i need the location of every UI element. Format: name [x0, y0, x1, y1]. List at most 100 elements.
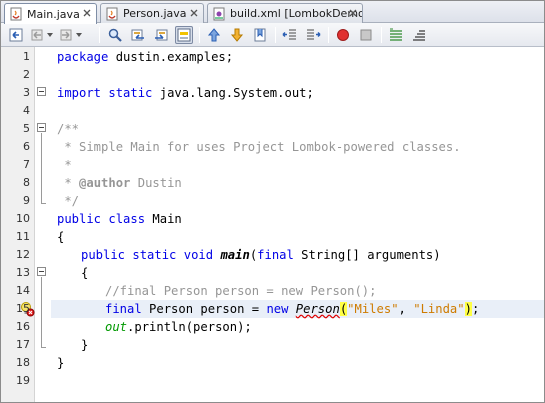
- keyword: static: [108, 86, 153, 100]
- toolbar-separator: [328, 27, 329, 43]
- code-line: 12 public static void main(final String[…: [1, 246, 544, 264]
- next-bookmark-icon[interactable]: [228, 26, 246, 44]
- line-number: 9: [23, 194, 30, 207]
- back-dropdown-icon[interactable]: [45, 26, 55, 44]
- line-number: 8: [23, 176, 30, 189]
- java-file-icon: [105, 7, 119, 21]
- line-number: 18: [16, 356, 30, 369]
- line-number: 6: [23, 140, 30, 153]
- forward-dropdown-icon[interactable]: [74, 26, 84, 44]
- find-next-icon[interactable]: [152, 26, 170, 44]
- code-line: 14 //final Person person = new Person();: [1, 282, 544, 300]
- code-line: 13 {: [1, 264, 544, 282]
- forward-icon[interactable]: [57, 26, 75, 44]
- code-text: }: [81, 338, 89, 352]
- line-number: 3: [23, 86, 30, 99]
- error-token[interactable]: Person: [296, 302, 340, 316]
- code-editor[interactable]: 1 package dustin.examples; 2 3 import st…: [1, 47, 544, 402]
- find-icon[interactable]: [106, 26, 124, 44]
- comment-text: * Simple Main for uses Project Lombok-po…: [57, 140, 461, 154]
- shift-right-icon[interactable]: [304, 26, 322, 44]
- comment-text: * @author Dustin: [57, 174, 181, 192]
- toolbar-separator: [199, 27, 200, 43]
- line-number: 10: [16, 212, 30, 225]
- method-name: main: [220, 248, 250, 262]
- code-token: .println(person);: [127, 320, 252, 334]
- line-number: 16: [16, 320, 30, 333]
- code-line: 10 public class Main: [1, 210, 544, 228]
- back-icon[interactable]: [28, 26, 46, 44]
- last-edit-icon[interactable]: [7, 26, 25, 44]
- editor-toolbar: [1, 23, 544, 47]
- comment-token: *: [57, 176, 80, 190]
- code-line: 9 */: [1, 192, 544, 210]
- line-number: 19: [16, 374, 30, 387]
- comment-text: //final Person person = new Person();: [105, 284, 377, 298]
- java-file-icon: [9, 7, 23, 21]
- line-number: 14: [16, 284, 30, 297]
- tab-main-java[interactable]: Main.java: [4, 3, 97, 24]
- stop-macro-icon[interactable]: [357, 26, 375, 44]
- code-text: {: [57, 230, 65, 244]
- shift-left-icon[interactable]: [281, 26, 299, 44]
- keyword: final: [257, 248, 294, 262]
- toolbar-separator: [275, 27, 276, 43]
- toolbar-separator: [99, 27, 100, 43]
- keyword: static: [132, 248, 177, 262]
- keyword: final: [105, 302, 142, 316]
- close-tab-icon[interactable]: [189, 8, 199, 18]
- toggle-highlight-search-icon[interactable]: [175, 26, 193, 44]
- code-text: }: [57, 356, 65, 370]
- tab-label: Main.java: [27, 7, 80, 21]
- tab-label: build.xml [LombokDemo]: [230, 7, 363, 20]
- line-number: 17: [16, 338, 30, 351]
- tab-build-xml[interactable]: build.xml [LombokDemo]: [207, 3, 363, 23]
- close-tab-icon[interactable]: [348, 8, 358, 18]
- code-line: 2: [1, 66, 544, 84]
- uncomment-icon[interactable]: [410, 26, 428, 44]
- code-text: out.println(person);: [105, 318, 252, 336]
- keyword: class: [108, 212, 146, 226]
- close-tab-icon[interactable]: [82, 8, 92, 18]
- tab-person-java[interactable]: Person.java: [100, 3, 204, 23]
- line-number: 12: [16, 248, 30, 261]
- matching-paren: ): [464, 302, 472, 316]
- line-number: 15: [16, 302, 30, 315]
- code-line: 18 }: [1, 354, 544, 372]
- code-line: 16 out.println(person);: [1, 318, 544, 336]
- code-token: Main: [145, 212, 182, 226]
- line-number: 7: [23, 158, 30, 171]
- tab-label: Person.java: [123, 7, 187, 20]
- find-previous-icon[interactable]: [129, 26, 147, 44]
- code-text: public static void main(final String[] a…: [81, 246, 441, 264]
- keyword: new: [266, 302, 289, 316]
- keyword: import: [57, 86, 102, 100]
- code-line: 5 /**: [1, 120, 544, 138]
- toolbar-separator: [381, 27, 382, 43]
- comment-text: /**: [57, 122, 80, 136]
- code-line: 11 {: [1, 228, 544, 246]
- keyword: public: [81, 248, 126, 262]
- code-line: 8 * @author Dustin: [1, 174, 544, 192]
- start-macro-icon[interactable]: [334, 26, 352, 44]
- toggle-bookmark-icon[interactable]: [251, 26, 269, 44]
- code-text: package dustin.examples;: [57, 48, 233, 66]
- code-line: 15 final Person person = new Person("Mil…: [1, 300, 544, 318]
- editor-window: Main.java Person.java build.xml [LombokD…: [0, 0, 545, 403]
- previous-bookmark-icon[interactable]: [205, 26, 223, 44]
- editor-tab-bar: Main.java Person.java build.xml [LombokD…: [1, 1, 544, 24]
- keyword: package: [57, 50, 109, 64]
- code-token: dustin.examples;: [108, 50, 234, 64]
- code-token: ;: [471, 302, 480, 316]
- static-field: out: [105, 320, 128, 334]
- line-number: 1: [23, 50, 30, 63]
- code-token: Person person =: [141, 302, 267, 316]
- code-line: 3 import static java.lang.System.out;: [1, 84, 544, 102]
- code-line: 4: [1, 102, 544, 120]
- code-token: String[] arguments): [293, 248, 441, 262]
- line-number: 2: [23, 68, 30, 81]
- string-literal: "Miles": [347, 302, 399, 316]
- code-token: ,: [398, 302, 414, 316]
- code-text: public class Main: [57, 210, 182, 228]
- comment-icon[interactable]: [387, 26, 405, 44]
